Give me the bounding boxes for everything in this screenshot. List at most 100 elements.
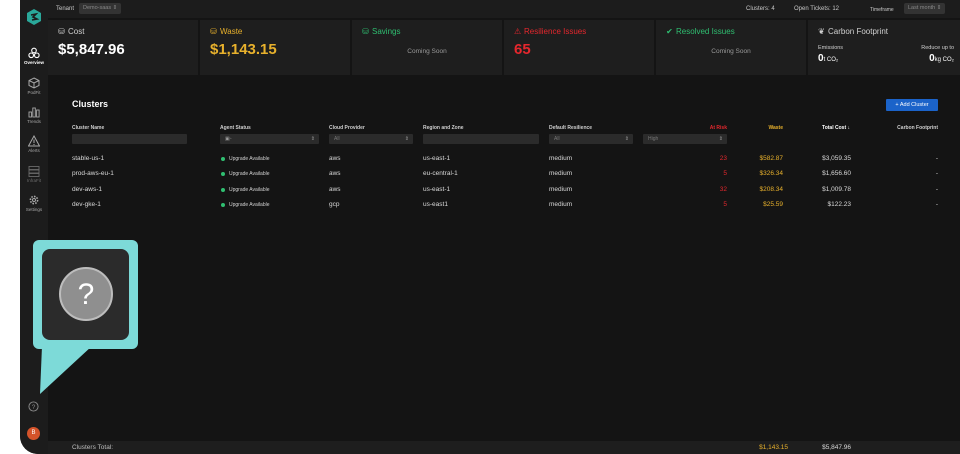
col-carbon-footprint[interactable]: Carbon Footprint [878, 125, 938, 131]
tenant-select[interactable]: Demo-saas ⇕ [79, 3, 122, 14]
select-arrows-icon: ⇕ [310, 136, 315, 142]
cost-card[interactable]: ⛁ Cost $5,847.96 [48, 20, 198, 75]
sidebar-item-settings[interactable]: Settings [20, 194, 48, 212]
col-cloud-provider[interactable]: Cloud Provider [329, 125, 365, 131]
select-arrows-icon: ⇕ [718, 136, 723, 142]
col-agent-status[interactable]: Agent Status [220, 125, 251, 131]
help-hotspot[interactable]: ? [33, 240, 138, 349]
leaf-icon: ❦ [818, 27, 825, 36]
col-default-resilience[interactable]: Default Resilience [549, 125, 592, 131]
savings-card[interactable]: ⛁ Savings Coming Soon [352, 20, 502, 75]
cost-title: Cost [68, 27, 85, 36]
warning-icon: ⚠ [514, 27, 522, 36]
card-title: ⛁ Cost [58, 27, 84, 36]
risk-filter-value: High [648, 136, 659, 142]
region: us-east-1 [423, 155, 451, 162]
agent-status-text: Upgrade Available [229, 156, 270, 162]
sidebar-item-trends[interactable]: Trends [20, 106, 48, 124]
resilience-filter-value: All [554, 136, 560, 142]
metric-cards: ⛁ Cost $5,847.96 ⛁ Waste $1,143.15 ⛁ Saving… [48, 20, 960, 75]
question-icon: ? [59, 267, 113, 321]
status-dot-icon [221, 156, 225, 161]
agent-status-text: Upgrade Available [229, 171, 270, 177]
piggy-bank-icon: ⛁ [362, 27, 369, 36]
total-cost: $1,009.78 [822, 186, 851, 193]
clusters-total-label: Clusters Total: [72, 444, 114, 451]
col-at-risk[interactable]: At Risk [698, 125, 727, 131]
table-row[interactable]: dev-gke-1 Upgrade Available gcp us-east1… [48, 198, 960, 212]
cluster-name[interactable]: dev-gke-1 [72, 201, 101, 208]
resilience: medium [549, 186, 573, 193]
add-cluster-button[interactable]: + Add Cluster [886, 99, 938, 111]
timeframe-select[interactable]: Last month ⇕ [904, 3, 946, 14]
resolved-card[interactable]: ✔ Resolved Issues Coming Soon [656, 20, 806, 75]
sidebar-item-label: InfraFit [26, 178, 41, 183]
agent-status-text: Upgrade Available [229, 187, 270, 193]
sidebar-item-overview[interactable]: Overview [20, 47, 48, 65]
sidebar-item-label: Trends [27, 119, 41, 124]
at-risk: 5 [723, 201, 727, 208]
help-icon[interactable]: ? [28, 401, 39, 412]
agent-status-filter[interactable]: ▣◦ ⇕ [220, 134, 319, 144]
region: us-east1 [423, 201, 448, 208]
risk-filter[interactable]: High ⇕ [643, 134, 727, 144]
col-waste[interactable]: Waste [748, 125, 783, 131]
col-cluster-name[interactable]: Cluster Name [72, 125, 104, 131]
cloud-provider-filter[interactable]: All ⇕ [329, 134, 413, 144]
resilience-filter[interactable]: All ⇕ [549, 134, 633, 144]
carbon-title: Carbon Footprint [828, 27, 889, 36]
card-title: ❦ Carbon Footprint [818, 27, 888, 36]
avatar[interactable]: B [27, 427, 40, 440]
resilience: medium [549, 201, 573, 208]
open-tickets[interactable]: Open Tickets: 12 [794, 6, 839, 12]
cluster-name[interactable]: dev-aws-1 [72, 186, 102, 193]
total-cost: $122.23 [827, 201, 852, 208]
table-row[interactable]: dev-aws-1 Upgrade Available aws us-east-… [48, 183, 960, 197]
cluster-name[interactable]: prod-aws-eu-1 [72, 170, 114, 177]
cluster-name-filter[interactable] [72, 134, 187, 144]
resolved-status: Coming Soon [711, 48, 751, 55]
carbon-footprint: - [935, 186, 938, 193]
waste-value: $1,143.15 [210, 41, 277, 58]
select-arrows-icon: ⇕ [112, 5, 118, 11]
app-logo-icon[interactable] [26, 9, 42, 25]
help-button[interactable]: ? [42, 249, 129, 340]
clusters-count: Clusters: 4 [746, 6, 775, 12]
waste-title: Waste [220, 27, 243, 36]
sidebar-item-podfit[interactable]: PodFit [20, 77, 48, 95]
reduce-unit: kg CO₂ [934, 57, 954, 63]
resilience-card[interactable]: ⚠ Resilience Issues 65 [504, 20, 654, 75]
status-dot-icon [221, 171, 225, 176]
coins-icon: ⛁ [58, 27, 65, 36]
reduce-label: Reduce up to [921, 45, 954, 51]
timeframe-select-value: Last month [908, 5, 936, 11]
region: eu-central-1 [423, 170, 458, 177]
region-filter[interactable] [423, 134, 539, 144]
overview-icon [28, 47, 40, 59]
select-arrows-icon: ⇕ [404, 136, 409, 142]
emissions-unit: t CO₂ [823, 57, 839, 63]
sidebar-item-infrafit[interactable]: InfraFit [20, 165, 48, 183]
emissions-value: 0t CO₂ [818, 53, 838, 64]
sidebar-item-label: Settings [25, 207, 43, 212]
timeframe-label: Timeframe [870, 7, 894, 13]
clusters-total-footer: Clusters Total: $1,143.15 $5,847.96 [48, 441, 960, 454]
alerts-icon [28, 135, 40, 147]
agent-status-text: Upgrade Available [229, 202, 270, 208]
svg-text:?: ? [32, 404, 36, 411]
cost-value: $5,847.96 [58, 41, 125, 58]
carbon-footprint: - [935, 155, 938, 162]
carbon-card[interactable]: ❦ Carbon Footprint Emissions 0t CO₂ Reduc… [808, 20, 960, 75]
infrafit-icon [28, 166, 40, 177]
col-region-zone[interactable]: Region and Zone [423, 125, 464, 131]
cluster-name[interactable]: stable-us-1 [72, 155, 104, 162]
table-row[interactable]: prod-aws-eu-1 Upgrade Available aws eu-c… [48, 167, 960, 181]
status-dot-icon [221, 202, 225, 207]
toggle-icon: ▣◦ [225, 136, 232, 142]
table-row[interactable]: stable-us-1 Upgrade Available aws us-eas… [48, 152, 960, 166]
sidebar-item-label: PodFit [27, 90, 41, 95]
waste-card[interactable]: ⛁ Waste $1,143.15 [200, 20, 350, 75]
col-total-cost[interactable]: Total Cost ↓ [810, 125, 850, 131]
sidebar-item-alerts[interactable]: Alerts [20, 135, 48, 153]
waste: $25.59 [763, 201, 783, 208]
